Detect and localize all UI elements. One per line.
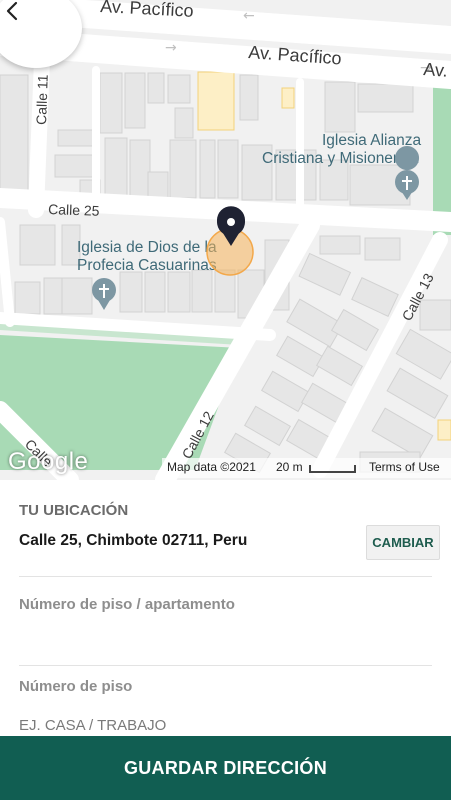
map-view[interactable]: ← → → Av. Pacífico Av. Pacífico Av. Call… xyxy=(0,0,451,480)
scale-bar xyxy=(309,465,356,473)
floor-label: Número de piso xyxy=(19,678,133,695)
road-arrow-icon: ← xyxy=(243,8,255,24)
floor-apartment-input[interactable] xyxy=(19,624,432,654)
current-address: Calle 25, Chimbote 02711, Peru xyxy=(19,532,248,549)
chevron-left-icon xyxy=(6,1,18,21)
street-label: Calle 11 xyxy=(33,74,51,125)
road-arrow-icon: → xyxy=(165,40,177,56)
google-logo: Google xyxy=(8,448,89,475)
map-data-label: Map data ©2021 xyxy=(167,460,256,474)
save-address-button[interactable]: GUARDAR DIRECCIÓN xyxy=(0,736,451,800)
map-scale-label: 20 m xyxy=(276,460,303,474)
divider xyxy=(19,665,432,666)
floor-apartment-label: Número de piso / apartamento xyxy=(19,596,235,613)
place-label: Profecia Casuarinas xyxy=(77,257,217,274)
place-label: Iglesia de Dios de la xyxy=(77,239,217,256)
street-label: Calle 25 xyxy=(48,201,100,219)
divider xyxy=(19,576,432,577)
map-canvas[interactable]: ← → → Av. Pacífico Av. Pacífico Av. Call… xyxy=(0,0,451,480)
location-section-label: TU UBICACIÓN xyxy=(19,502,129,519)
change-location-button[interactable]: CAMBIAR xyxy=(366,525,440,560)
street-label: Av. xyxy=(423,59,449,81)
terms-link[interactable]: Terms of Use xyxy=(369,460,440,474)
